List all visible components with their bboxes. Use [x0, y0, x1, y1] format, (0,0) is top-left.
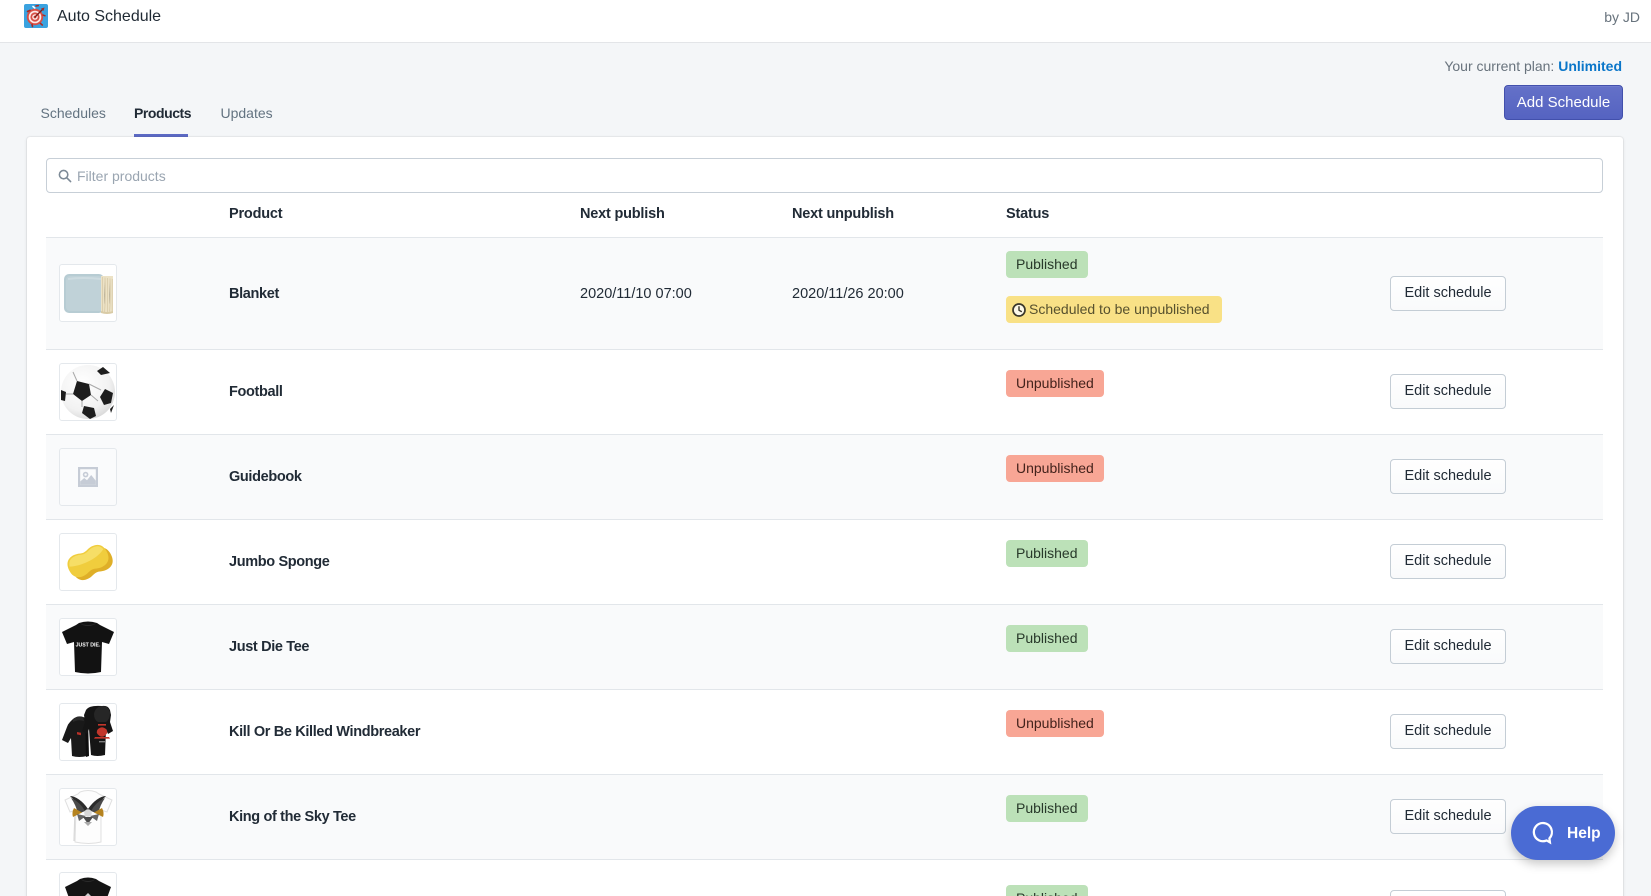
- svg-text:JUST DIE.: JUST DIE.: [76, 643, 101, 649]
